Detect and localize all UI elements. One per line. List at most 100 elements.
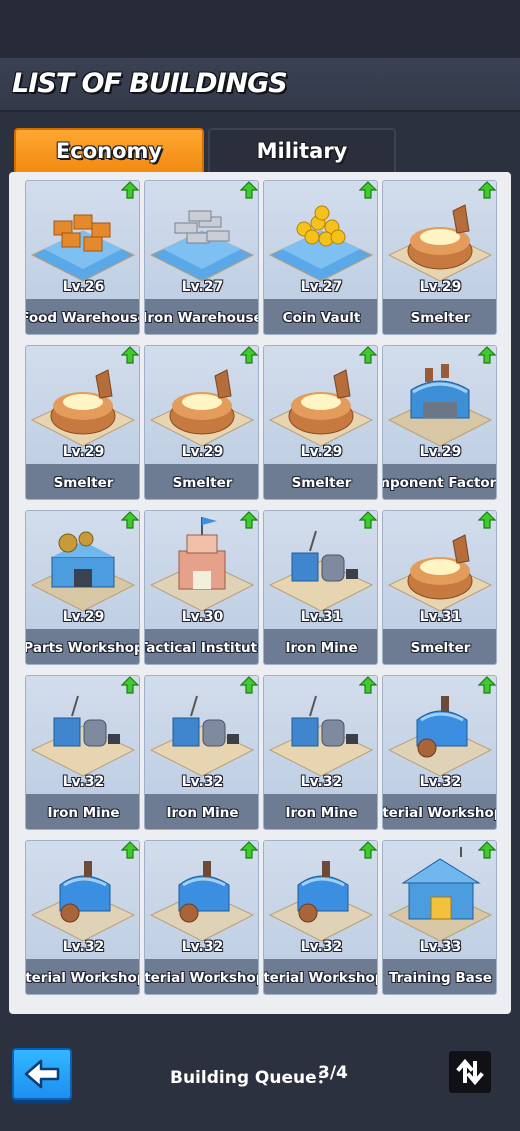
building-name-bar: mponent Factory [383, 464, 497, 499]
building-level: Lv.31 [300, 609, 343, 625]
building-level: Lv.27 [181, 279, 224, 295]
upgrade-arrow-icon [240, 841, 258, 859]
upgrade-arrow-icon [478, 181, 496, 199]
upgrade-arrow-icon [240, 676, 258, 694]
upgrade-arrow-icon [121, 841, 139, 859]
building-card-material-workshop[interactable]: Lv.32 iterial Workshop [25, 840, 140, 995]
building-level: Lv.29 [300, 444, 343, 460]
upgrade-arrow-icon [121, 511, 139, 529]
building-level: Lv.29 [419, 444, 462, 460]
building-name-bar: Coin Vault [264, 299, 377, 334]
upgrade-arrow-icon [240, 181, 258, 199]
building-name: Smelter [53, 474, 114, 491]
building-queue-label: Building Queue： [170, 1068, 334, 1088]
building-name-bar: Tactical Institute [145, 629, 258, 664]
building-name: Iron Mine [166, 804, 239, 821]
building-name-bar: Training Base [383, 959, 496, 994]
building-name-bar: Iron Mine [145, 794, 258, 829]
upgrade-arrow-icon [478, 346, 496, 364]
building-level: Lv.32 [419, 774, 462, 790]
building-name: Iron Mine [285, 804, 358, 821]
upgrade-arrow-icon [359, 181, 377, 199]
tab-military[interactable]: Military [208, 128, 396, 174]
building-card-smelter[interactable]: Lv.29 Smelter [382, 180, 497, 335]
building-card-iron-mine[interactable]: Lv.32 Iron Mine [25, 675, 140, 830]
tab-economy[interactable]: Economy [14, 128, 204, 182]
building-level: Lv.32 [181, 939, 224, 955]
building-name-bar: Parts Workshop [26, 629, 139, 664]
building-name: iterial Workshop [145, 969, 259, 986]
tab-economy-label: Economy [55, 139, 163, 163]
building-name-bar: iterial Workshop [383, 794, 496, 829]
building-card-coin-vault[interactable]: Lv.27 Coin Vault [263, 180, 378, 335]
building-name: Smelter [172, 474, 233, 491]
building-card-component-factory[interactable]: Lv.29 mponent Factory [382, 345, 497, 500]
building-card-food-warehouse[interactable]: Lv.26 Food Warehouse [25, 180, 140, 335]
building-card-material-workshop[interactable]: Lv.32 iterial Workshop [382, 675, 497, 830]
building-name-bar: Iron Mine [26, 794, 139, 829]
building-name-bar: Smelter [383, 629, 496, 664]
building-name-bar: Smelter [145, 464, 258, 499]
building-card-smelter[interactable]: Lv.29 Smelter [144, 345, 259, 500]
building-name-bar: Smelter [264, 464, 377, 499]
building-level: Lv.32 [62, 774, 105, 790]
building-name-bar: Smelter [383, 299, 496, 334]
building-card-material-workshop[interactable]: Lv.32 iterial Workshop [144, 840, 259, 995]
building-card-smelter[interactable]: Lv.29 Smelter [25, 345, 140, 500]
building-queue-value: 3/4 [318, 1063, 348, 1083]
building-level: Lv.32 [300, 774, 343, 790]
sort-button[interactable] [449, 1051, 491, 1093]
building-card-material-workshop[interactable]: Lv.32 iterial Workshop [263, 840, 378, 995]
upgrade-arrow-icon [121, 346, 139, 364]
arrow-left-icon [24, 1059, 60, 1089]
upgrade-arrow-icon [359, 511, 377, 529]
building-name: Iron Mine [47, 804, 120, 821]
upgrade-arrow-icon [121, 181, 139, 199]
upgrade-arrow-icon [478, 511, 496, 529]
building-level: Lv.29 [419, 279, 462, 295]
building-name: Iron Mine [285, 639, 358, 656]
upgrade-arrow-icon [121, 676, 139, 694]
upgrade-arrow-icon [240, 511, 258, 529]
building-name-bar: Smelter [26, 464, 139, 499]
sort-swap-icon [456, 1058, 484, 1086]
building-name: Tactical Institute [145, 639, 258, 656]
building-name-bar: iterial Workshop [264, 959, 378, 994]
building-name: Iron Warehouse [145, 309, 259, 326]
building-name: Smelter [291, 474, 352, 491]
building-name-bar: Iron Warehouse [145, 299, 259, 334]
building-level: Lv.27 [300, 279, 343, 295]
building-level: Lv.32 [300, 939, 343, 955]
building-name: mponent Factory [383, 474, 497, 491]
building-name: Smelter [410, 639, 471, 656]
building-card-iron-warehouse[interactable]: Lv.27 Iron Warehouse [144, 180, 259, 335]
buildings-panel: Lv.26 Food Warehouse Lv.27 Iron Warehouse Lv… [9, 172, 511, 1014]
building-name: Food Warehouse [26, 309, 140, 326]
building-card-iron-mine[interactable]: Lv.32 Iron Mine [263, 675, 378, 830]
building-name-bar: iterial Workshop [26, 959, 139, 994]
upgrade-arrow-icon [478, 676, 496, 694]
building-card-smelter[interactable]: Lv.31 Smelter [382, 510, 497, 665]
building-level: Lv.30 [181, 609, 224, 625]
building-card-smelter[interactable]: Lv.29 Smelter [263, 345, 378, 500]
page-title: LIST OF BUILDINGS [12, 68, 288, 99]
building-name-bar: Iron Mine [264, 629, 377, 664]
building-card-iron-mine[interactable]: Lv.32 Iron Mine [144, 675, 259, 830]
building-level: Lv.29 [62, 609, 105, 625]
building-card-tactical-institute[interactable]: Lv.30 Tactical Institute [144, 510, 259, 665]
building-name: iterial Workshop [264, 969, 378, 986]
building-level: Lv.26 [62, 279, 105, 295]
building-name: Smelter [410, 309, 471, 326]
building-card-parts-workshop[interactable]: Lv.29 Parts Workshop [25, 510, 140, 665]
buildings-grid: Lv.26 Food Warehouse Lv.27 Iron Warehouse Lv… [25, 180, 497, 995]
building-name-bar: Iron Mine [264, 794, 377, 829]
building-level: Lv.29 [62, 444, 105, 460]
upgrade-arrow-icon [240, 346, 258, 364]
building-level: Lv.32 [181, 774, 224, 790]
building-name-bar: iterial Workshop [145, 959, 259, 994]
building-card-training-base[interactable]: Lv.33 Training Base [382, 840, 497, 995]
building-card-iron-mine[interactable]: Lv.31 Iron Mine [263, 510, 378, 665]
building-level: Lv.33 [419, 939, 462, 955]
status-bar-area [0, 0, 520, 58]
back-button[interactable] [12, 1048, 72, 1100]
